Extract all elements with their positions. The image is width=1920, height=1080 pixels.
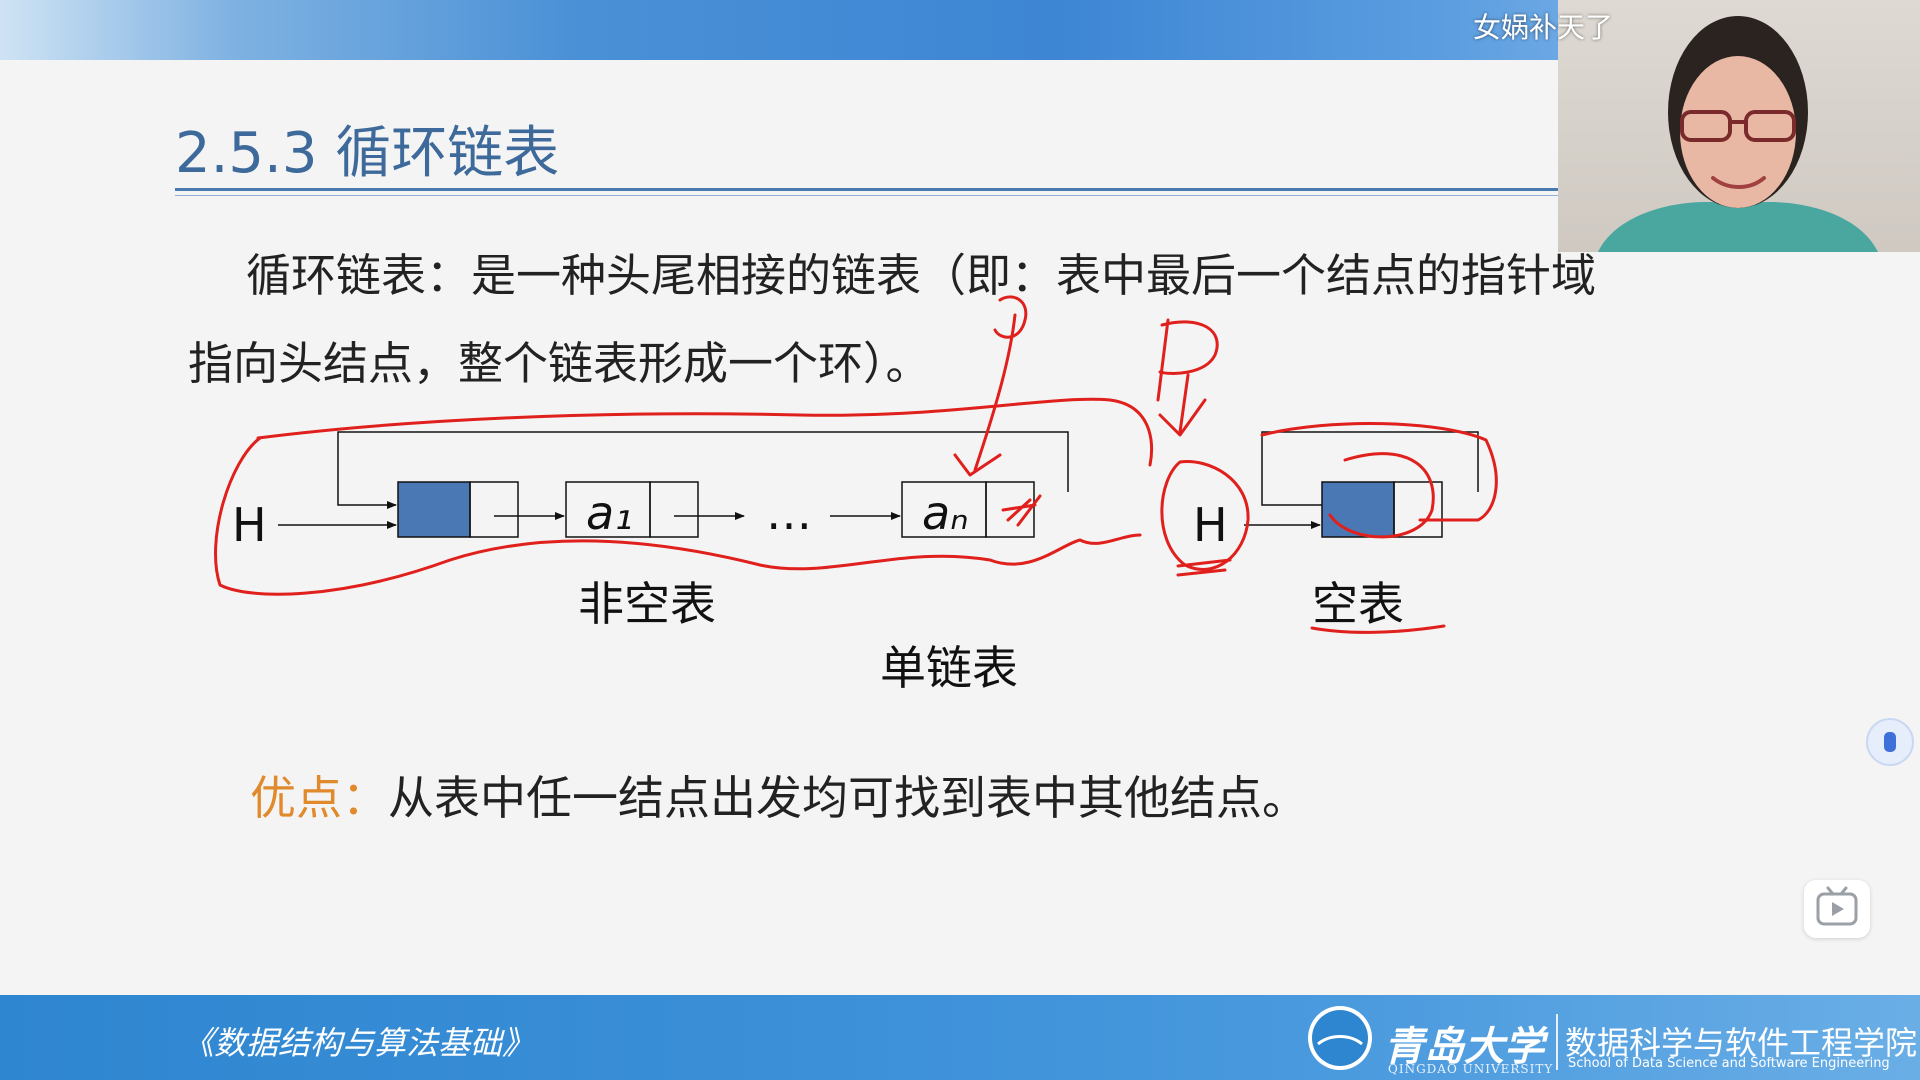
advantage-line: 优点：从表中任一结点出发均可找到表中其他结点。	[250, 762, 1308, 828]
handwritten-p2: P	[1160, 312, 1161, 313]
university-logo	[1308, 1006, 1372, 1070]
advantage-text: 从表中任一结点出发均可找到表中其他结点。	[388, 771, 1308, 825]
a1-label: a₁	[586, 486, 633, 540]
school-name-en: School of Data Science and Software Engi…	[1568, 1056, 1890, 1071]
ellipsis-label: …	[766, 486, 812, 540]
handwritten-p1: P	[1004, 282, 1005, 283]
diagram-subtitle: 单链表	[880, 641, 1018, 695]
handwritten-annotations	[214, 295, 1498, 634]
head-node-pointer	[469, 481, 519, 538]
footer-divider	[1556, 1014, 1558, 1070]
empty-head-label: H	[1193, 498, 1228, 552]
uploader-watermark: 女娲补天了	[1473, 11, 1614, 44]
plugin-icon	[1884, 732, 1896, 752]
empty-head-node-data	[1321, 481, 1395, 538]
nonempty-caption: 非空表	[578, 577, 716, 631]
plugin-button[interactable]	[1866, 718, 1914, 766]
head-node-data	[397, 481, 471, 538]
an-label: aₙ	[922, 486, 969, 540]
empty-caption: 空表	[1312, 577, 1404, 631]
a1-node-pointer	[649, 481, 699, 538]
university-name-en: QINGDAO UNIVERSITY	[1388, 1062, 1554, 1076]
play-button[interactable]	[1804, 880, 1870, 938]
advantage-label: 优点：	[250, 771, 388, 825]
head-label: H	[232, 498, 267, 552]
course-title: 《数据结构与算法基础》	[182, 1024, 535, 1062]
play-icon	[1816, 886, 1858, 926]
